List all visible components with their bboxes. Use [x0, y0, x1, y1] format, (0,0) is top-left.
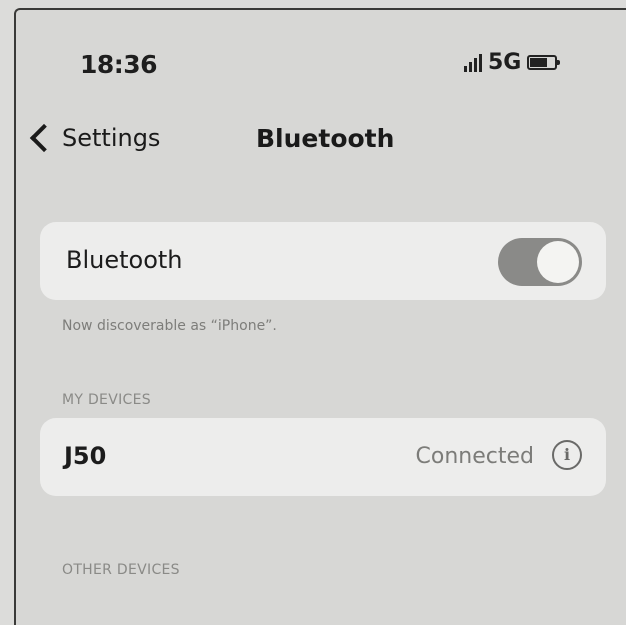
- device-status: Connected: [415, 444, 534, 469]
- status-time: 18:36: [80, 50, 158, 79]
- discoverable-note: Now discoverable as “iPhone”.: [62, 318, 277, 334]
- battery-icon: [527, 55, 561, 70]
- back-button[interactable]: Settings: [26, 123, 161, 153]
- network-type: 5G: [488, 50, 522, 75]
- photo-frame: 18:36 5G Settings Bluetooth Bluetooth No…: [0, 0, 626, 625]
- signal-icon: [464, 53, 482, 72]
- bluetooth-toggle[interactable]: [498, 238, 582, 286]
- navigation-bar: Settings Bluetooth: [16, 118, 626, 166]
- info-icon[interactable]: i: [552, 440, 582, 470]
- bluetooth-label: Bluetooth: [66, 246, 183, 274]
- device-name: J50: [64, 442, 107, 470]
- other-devices-header: OTHER DEVICES: [62, 562, 180, 578]
- my-devices-header: MY DEVICES: [62, 392, 151, 408]
- toggle-knob: [537, 241, 579, 283]
- device-row-j50[interactable]: J50 Connected i: [40, 418, 606, 496]
- page-title: Bluetooth: [256, 124, 395, 153]
- phone-screen: 18:36 5G Settings Bluetooth Bluetooth No…: [14, 8, 626, 625]
- bluetooth-toggle-row: Bluetooth: [40, 222, 606, 300]
- chevron-left-icon: [29, 123, 59, 153]
- status-bar: 18:36 5G: [16, 10, 626, 110]
- back-label: Settings: [62, 124, 161, 152]
- status-indicators: 5G: [464, 50, 561, 75]
